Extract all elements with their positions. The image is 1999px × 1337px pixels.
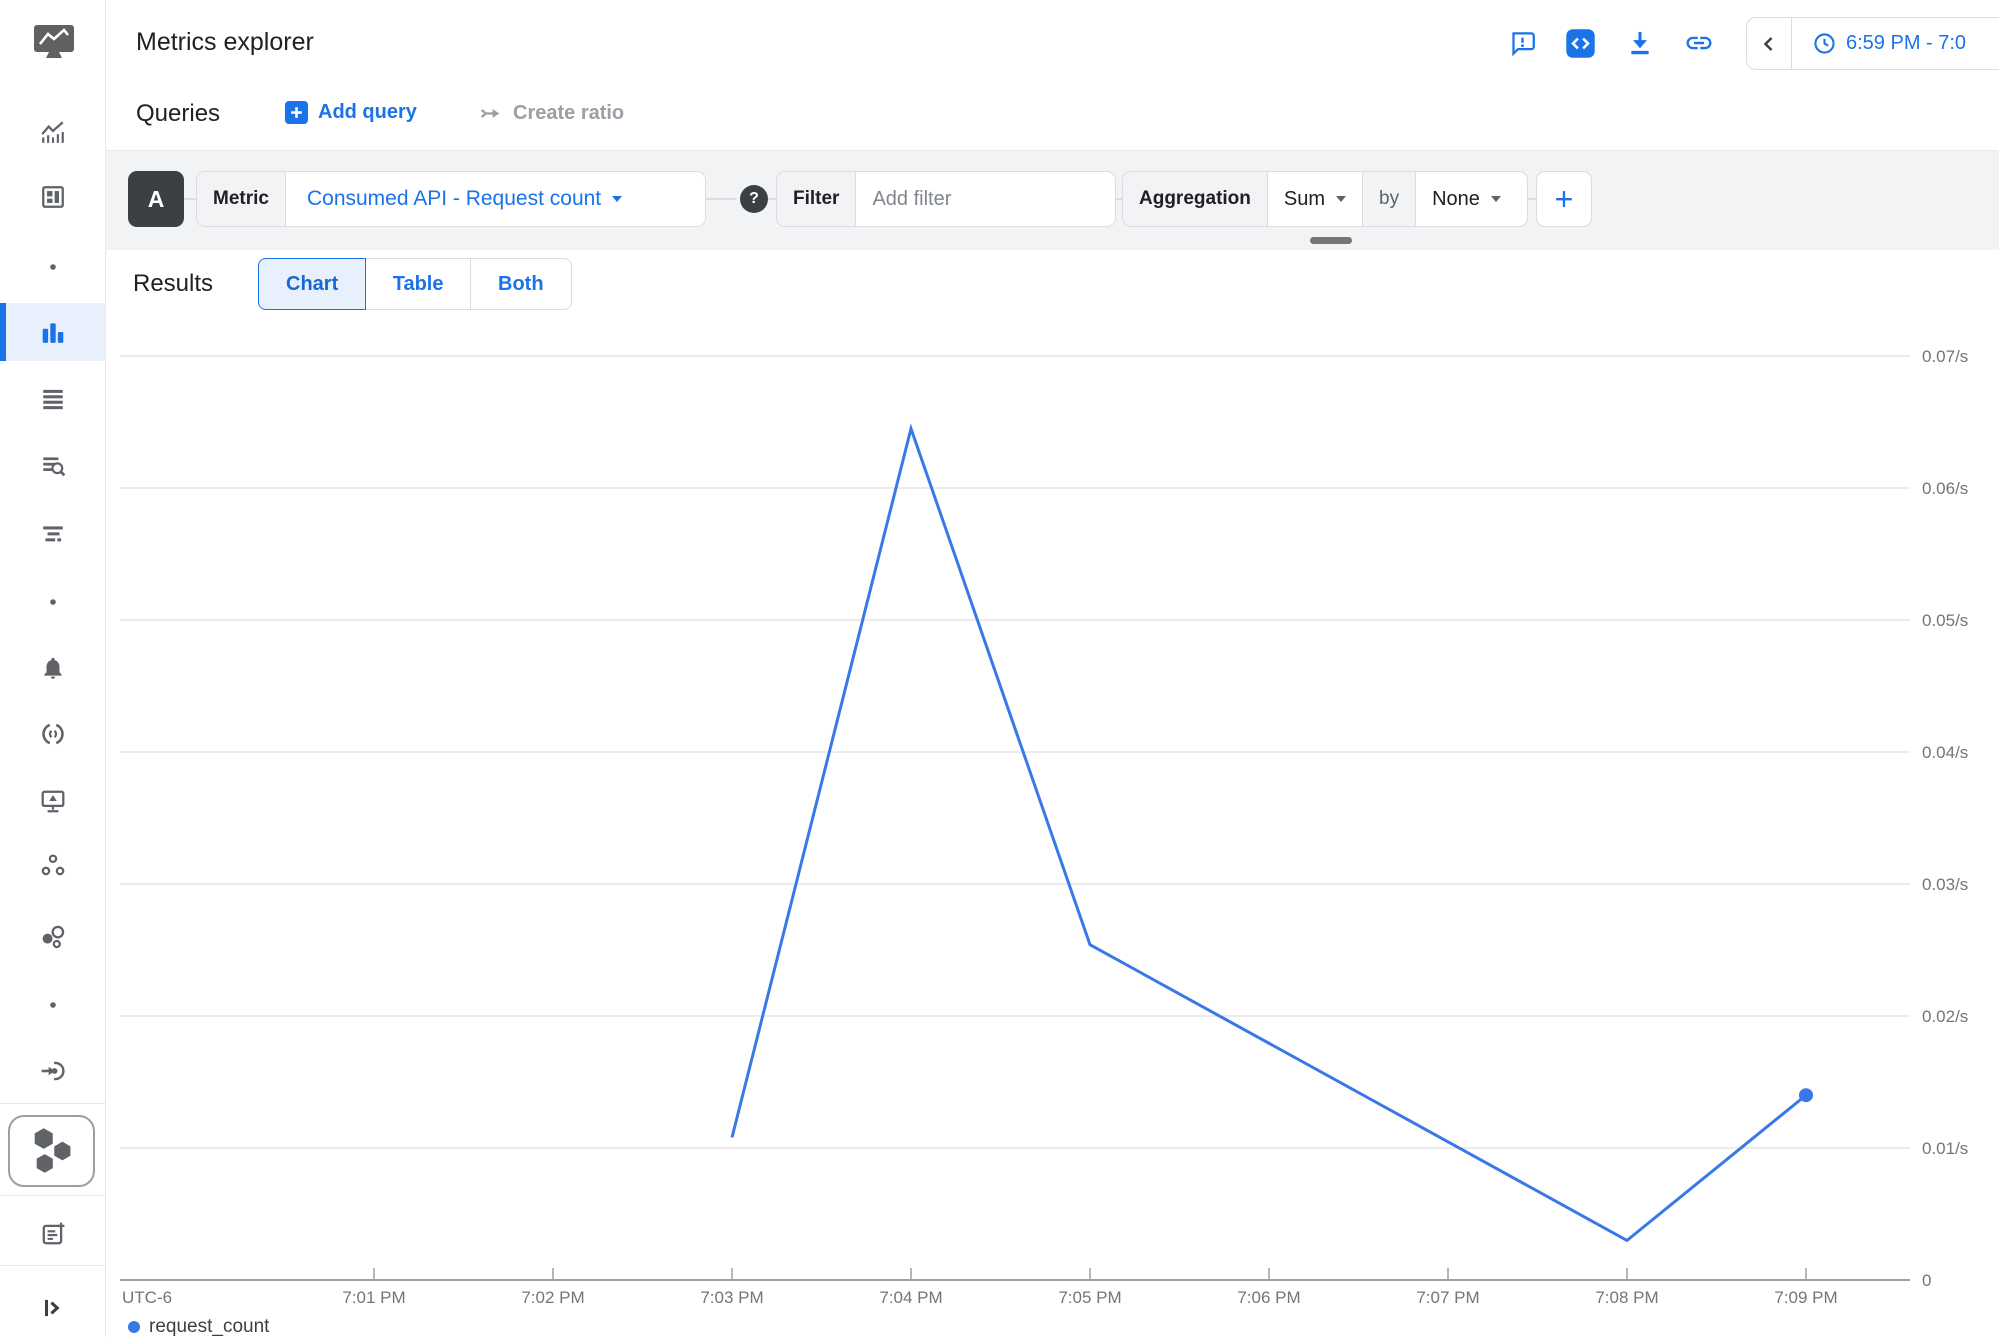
sidebar-item-collapsed-2[interactable] [0,574,105,630]
sidebar-item-vm-monitoring[interactable] [0,773,105,829]
monitor-upload-icon [40,788,66,814]
sidebar-item-metrics-explorer[interactable] [0,304,105,360]
sidebar-item-collapsed-3[interactable] [0,977,105,1033]
sidebar-item-anomalies[interactable] [0,909,105,965]
svg-text:0.01/s: 0.01/s [1922,1139,1968,1158]
svg-text:7:07 PM: 7:07 PM [1416,1288,1479,1307]
monitoring-logo-icon [32,24,76,62]
svg-text:7:08 PM: 7:08 PM [1595,1288,1658,1307]
svg-text:0: 0 [1922,1271,1931,1290]
metrics-explorer-page: Metrics explorer [0,0,1999,1337]
svg-text:UTC-6: UTC-6 [122,1288,172,1307]
sidebar-item-log-search[interactable] [0,437,105,493]
svg-text:7:04 PM: 7:04 PM [879,1288,942,1307]
sidebar-expand-toggle[interactable] [0,1280,105,1336]
sidebar-item-trace[interactable] [0,506,105,562]
svg-text:0.02/s: 0.02/s [1922,1007,1968,1026]
sidebar-item-groups[interactable] [0,837,105,893]
legend-item-request-count[interactable]: request_count [128,1316,269,1337]
arrow-into-circle-icon [40,1058,66,1084]
sidebar-item-gke-hexagons[interactable] [8,1115,95,1187]
svg-text:0.04/s: 0.04/s [1922,743,1968,762]
results-chart[interactable]: 0 0.01/s 0.02/s 0.03/s 0.04/s 0.05/s 0.06/s 0.0… [0,0,1999,1337]
svg-text:7:03 PM: 7:03 PM [700,1288,763,1307]
sidebar [0,0,106,1337]
svg-text:0.03/s: 0.03/s [1922,875,1968,894]
sidebar-item-list[interactable] [0,370,105,426]
dot-icon [49,598,57,606]
bell-icon [40,655,66,681]
dashboard-icon [40,184,66,210]
trace-spans-icon [40,521,66,547]
hexagons-icon [23,1124,81,1178]
svg-text:0.06/s: 0.06/s [1922,479,1968,498]
search-list-icon [40,452,66,478]
svg-text:0.05/s: 0.05/s [1922,611,1968,630]
sidebar-separator [0,1103,105,1104]
note-add-icon [40,1221,66,1247]
sidebar-item-dashboards[interactable] [0,169,105,225]
sidebar-separator [0,1195,105,1196]
sidebar-item-overview[interactable] [0,104,105,160]
expand-nav-icon [40,1295,66,1321]
three-circles-icon [40,852,66,878]
svg-text:7:09 PM: 7:09 PM [1774,1288,1837,1307]
tab-chart[interactable]: Chart [258,258,366,310]
svg-text:7:01 PM: 7:01 PM [342,1288,405,1307]
svg-text:7:05 PM: 7:05 PM [1058,1288,1121,1307]
stacked-lines-icon [40,385,66,411]
sidebar-item-collapsed-1[interactable] [0,239,105,295]
sidebar-item-integrations[interactable] [0,1043,105,1099]
bar-chart-icon [40,319,66,345]
svg-text:0.07/s: 0.07/s [1922,347,1968,366]
sidebar-item-alerting[interactable] [0,640,105,696]
sidebar-item-uptime-checks[interactable] [0,706,105,762]
sidebar-item-release-notes[interactable] [0,1206,105,1262]
sidebar-separator [0,1265,105,1266]
dot-icon [49,1001,57,1009]
line-chart-icon [40,119,66,145]
svg-text:7:06 PM: 7:06 PM [1237,1288,1300,1307]
dot-icon [49,263,57,271]
legend-label: request_count [149,1316,269,1337]
svg-text:7:02 PM: 7:02 PM [521,1288,584,1307]
brackets-circle-icon [40,721,66,747]
legend-swatch [128,1321,140,1333]
bubble-cluster-icon [40,924,66,950]
